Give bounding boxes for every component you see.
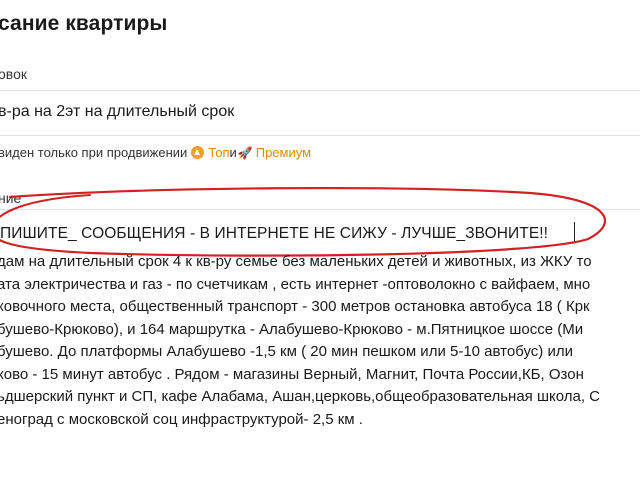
description-line: ковочного места, общественный транспорт …: [0, 298, 590, 315]
description-line: ьдшерский пункт и СП, кафе Алабама, Ашан…: [0, 388, 601, 405]
description-line: бушево. До платформы Алабушево -1,5 км (…: [0, 343, 573, 360]
title-input-value[interactable]: в-ра на 2эт на длительный срок: [0, 103, 234, 121]
promo-and-text: и: [229, 145, 237, 160]
description-line: дам на длительный срок 4 к кв-ру семье б…: [0, 253, 592, 270]
title-field-label: овок: [0, 66, 27, 82]
description-line: ата электричества и газ - по счетчикам ,…: [0, 275, 591, 293]
promo-hint: виден только при продвижении Топ и 🚀 Пре…: [0, 145, 311, 160]
description-warning-line[interactable]: ПИШИТЕ_ СООБЩЕНИЯ - В ИНТЕРНЕТЕ НЕ СИЖУ …: [0, 225, 548, 243]
description-top-border: [0, 209, 640, 210]
text-caret: [574, 222, 575, 242]
description-line: бушево-Крюково), и 164 маршрутка - Алабу…: [0, 320, 584, 338]
promo-hint-text: виден только при продвижении: [0, 145, 188, 160]
description-text[interactable]: дам на длительный срок 4 к кв-ру семье б…: [0, 251, 600, 431]
listing-edit-form: сание квартиры овок в-ра на 2эт на длите…: [0, 0, 640, 480]
top-promo-link[interactable]: Топ: [208, 145, 229, 160]
rocket-icon: 🚀: [237, 145, 253, 160]
description-line: ково - 15 минут автобус . Рядом - магази…: [0, 365, 584, 383]
description-line: еноград с московской соц инфраструктурой…: [0, 410, 363, 428]
description-field-label: ние: [0, 190, 22, 206]
premium-promo-link[interactable]: Премиум: [256, 145, 311, 160]
top-promo-icon: [191, 146, 205, 159]
section-title: сание квартиры: [0, 12, 168, 35]
